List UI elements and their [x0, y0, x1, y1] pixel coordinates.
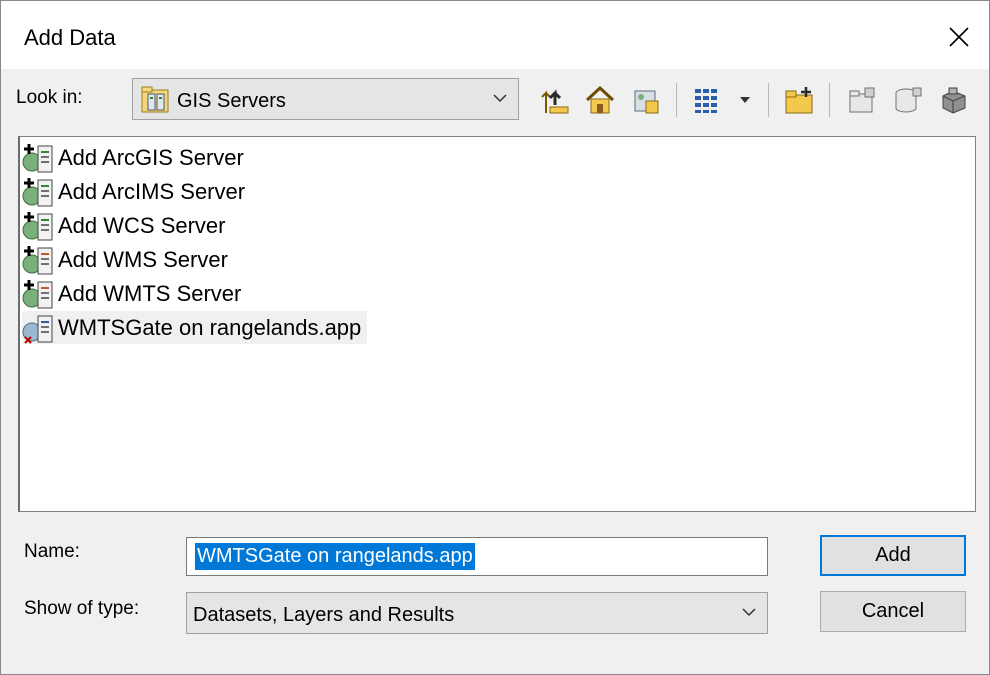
catalog-icon [849, 87, 875, 113]
list-item-label: WMTSGate on rangelands.app [58, 314, 362, 340]
catalog-button[interactable] [845, 83, 879, 117]
show-of-type-dropdown[interactable]: Datasets, Layers and Results [186, 592, 768, 634]
list-item[interactable]: Add ArcGIS Server [22, 141, 244, 174]
list-item[interactable]: Add WMTS Server [22, 277, 241, 310]
add-server-icon [22, 142, 58, 174]
name-input-value: WMTSGate on rangelands.app [195, 543, 475, 570]
list-item-label: Add WCS Server [58, 212, 226, 238]
add-server-icon [22, 176, 58, 208]
add-server-icon [22, 278, 58, 310]
chevron-down-icon [493, 94, 507, 103]
toolbar-separator [768, 83, 769, 117]
toolbox-button[interactable] [937, 83, 971, 117]
add-data-dialog: Add Data Look in: GIS Servers Add ArcGIS… [0, 0, 990, 675]
up-one-level-icon [541, 89, 569, 114]
close-button[interactable] [939, 17, 979, 57]
wmts-server-icon [22, 312, 58, 344]
list-item-selected[interactable]: WMTSGate on rangelands.app [22, 311, 368, 344]
server-list[interactable]: Add ArcGIS Server Add ArcIMS Server Add … [18, 136, 976, 512]
list-item-label: Add WMS Server [58, 246, 228, 272]
name-input[interactable]: WMTSGate on rangelands.app [186, 537, 768, 576]
new-database-button[interactable] [891, 83, 925, 117]
look-in-value: GIS Servers [177, 90, 286, 112]
chevron-down-icon [742, 608, 756, 617]
new-folder-icon [785, 87, 813, 114]
list-item-label: Add ArcGIS Server [58, 144, 244, 170]
toolbox-icon [942, 87, 966, 114]
toolbar-separator [829, 83, 830, 117]
dropdown-arrow-icon [740, 97, 750, 103]
name-label: Name: [24, 541, 80, 562]
cancel-button[interactable]: Cancel [820, 591, 966, 632]
show-of-type-value: Datasets, Layers and Results [193, 604, 455, 626]
show-of-type-label: Show of type: [24, 598, 140, 619]
view-list-icon [695, 89, 717, 113]
home-icon [585, 85, 615, 114]
list-item-label: Add ArcIMS Server [58, 178, 246, 204]
up-one-level-button[interactable] [538, 83, 572, 117]
toolbar-separator [676, 83, 677, 117]
list-item-label: Add WMTS Server [58, 280, 242, 306]
list-item[interactable]: Add ArcIMS Server [22, 175, 245, 208]
connect-to-folder-icon [634, 90, 659, 114]
add-server-icon [22, 210, 58, 242]
new-database-icon [895, 87, 922, 113]
close-icon [949, 27, 969, 47]
look-in-dropdown[interactable]: GIS Servers [132, 78, 519, 120]
list-item[interactable]: Add WMS Server [22, 243, 228, 276]
title-bar: Add Data [1, 1, 989, 69]
add-server-icon [22, 244, 58, 276]
look-in-label: Look in: [16, 87, 83, 108]
dialog-title: Add Data [24, 25, 116, 50]
view-dropdown-button[interactable] [731, 83, 759, 117]
view-list-button[interactable] [691, 83, 725, 117]
add-button[interactable]: Add [820, 535, 966, 576]
home-button[interactable] [583, 83, 617, 117]
gis-servers-icon [141, 86, 169, 113]
new-folder-button[interactable] [783, 83, 817, 117]
list-item[interactable]: Add WCS Server [22, 209, 226, 242]
connect-to-folder-button[interactable] [629, 83, 663, 117]
